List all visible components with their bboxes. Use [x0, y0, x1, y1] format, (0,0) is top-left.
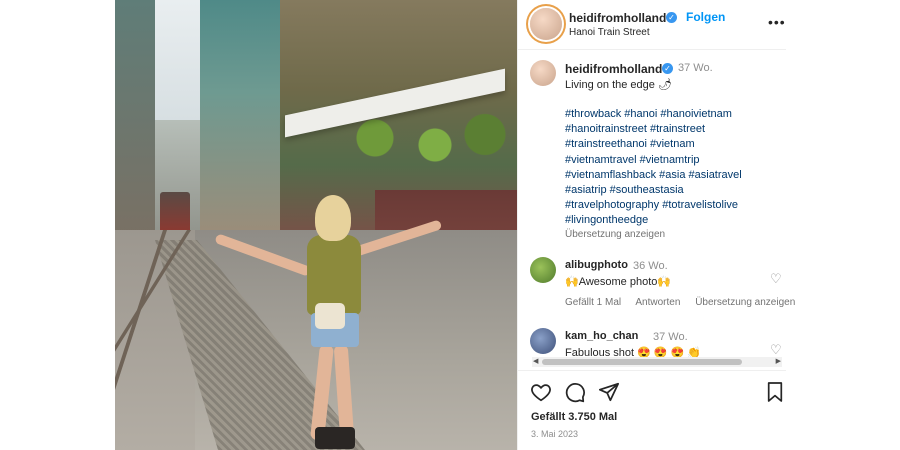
post-photo[interactable] [115, 0, 517, 450]
photo-train [160, 192, 190, 230]
hashtag-line[interactable]: #travelphotography #totravelistolive [565, 198, 795, 213]
heart-icon[interactable] [530, 381, 552, 408]
comment-reply-button[interactable]: Antworten [635, 297, 680, 308]
post-header: heidifromholland ✓ Folgen Hanoi Train St… [518, 0, 786, 50]
caption-avatar[interactable] [530, 60, 556, 86]
photo-person [214, 195, 443, 450]
comment-like-heart-icon[interactable]: ♡ [770, 342, 782, 358]
verified-badge-icon: ✓ [662, 63, 673, 74]
hashtag-line[interactable]: #livingontheedge [565, 213, 795, 228]
caption-username[interactable]: heidifromholland [565, 62, 662, 76]
more-icon[interactable]: ••• [768, 14, 786, 30]
post-date: 3. Mai 2023 [531, 429, 579, 439]
hashtag-line[interactable]: #trainstreethanoi #vietnam [565, 137, 795, 152]
caption-time: 37 Wo. [678, 62, 713, 74]
comment-translate-link[interactable]: Übersetzung anzeigen [695, 297, 795, 308]
hashtag-line[interactable]: #hanoitrainstreet #trainstreet [565, 122, 795, 137]
hashtag-line[interactable]: #vietnamtravel #vietnamtrip [565, 153, 795, 168]
person-head [315, 195, 351, 241]
comment-likes[interactable]: Gefällt 1 Mal [565, 297, 621, 308]
scroll-left-arrow-icon[interactable]: ◀ [533, 357, 538, 367]
comment-like-heart-icon[interactable]: ♡ [770, 271, 782, 287]
comment-meta: Gefällt 1 Mal Antworten Übersetzung anze… [565, 297, 807, 308]
comment-icon[interactable] [564, 381, 586, 408]
like-count[interactable]: Gefällt 3.750 Mal [531, 411, 617, 423]
person-leg [333, 344, 355, 441]
person-boots [315, 427, 355, 449]
comment-text: 🙌Awesome photo🙌 [565, 276, 672, 288]
comment-item: alibugphoto 36 Wo. 🙌Awesome photo🙌 ♡ Gef… [530, 257, 795, 317]
author-avatar[interactable] [530, 8, 562, 40]
bookmark-icon[interactable] [766, 381, 784, 408]
verified-badge-icon: ✓ [666, 12, 677, 23]
caption-hashtags: #throwback #hanoi #hanoivietnam #hanoitr… [565, 107, 795, 229]
hashtag-line[interactable]: #vietnamflashback #asia #asiatravel [565, 168, 795, 183]
post-actions: Gefällt 3.750 Mal 3. Mai 2023 [518, 370, 786, 450]
comment-username[interactable]: alibugphoto [565, 259, 628, 271]
scrollbar-thumb[interactable] [542, 359, 742, 365]
comment-avatar[interactable] [530, 257, 556, 283]
follow-button[interactable]: Folgen [686, 10, 725, 24]
hashtag-line[interactable]: #throwback #hanoi #hanoivietnam [565, 107, 795, 122]
post-location[interactable]: Hanoi Train Street [569, 27, 650, 38]
scroll-right-arrow-icon[interactable]: ▶ [776, 357, 781, 367]
caption-text: Living on the edge 🌶 [565, 79, 672, 91]
author-username[interactable]: heidifromholland [569, 11, 666, 25]
comment-time: 36 Wo. [633, 260, 668, 272]
caption-translate-link[interactable]: Übersetzung anzeigen [565, 229, 665, 240]
comment-username[interactable]: kam_ho_chan [565, 330, 638, 342]
comment-time: 37 Wo. [653, 331, 688, 343]
horizontal-scrollbar[interactable]: ◀ ▶ [532, 357, 782, 367]
photo-building-left [115, 0, 155, 260]
post-side-panel: heidifromholland ✓ Folgen Hanoi Train St… [517, 0, 795, 450]
comment-avatar[interactable] [530, 328, 556, 354]
person-bag [315, 303, 345, 329]
hashtag-line[interactable]: #asiatrip #southeastasia [565, 183, 795, 198]
share-icon[interactable] [598, 381, 620, 408]
